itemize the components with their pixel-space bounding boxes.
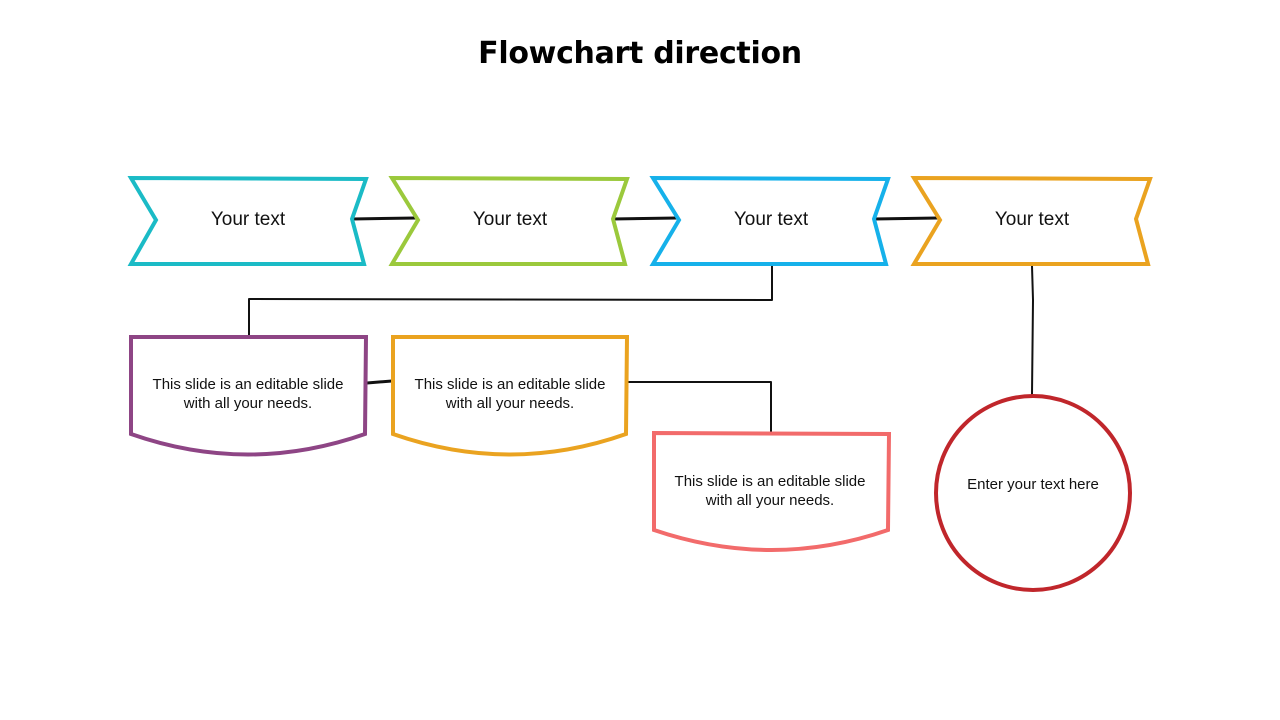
step-label-2[interactable]: Your text (410, 200, 610, 240)
flowchart-canvas (127, 175, 1153, 592)
step-label-1[interactable]: Your text (148, 200, 348, 240)
connector-box2-box3 (627, 381, 772, 433)
text-box-label-3[interactable]: This slide is an editable slide with all… (660, 472, 880, 510)
connector-step4-circle (1031, 265, 1034, 395)
connector-box1-box2 (365, 379, 394, 385)
circle-label[interactable]: Enter your text here (963, 475, 1103, 494)
connector-step1-step2 (350, 216, 418, 221)
connector-step3-box1 (248, 265, 773, 337)
connector-step2-step3 (610, 216, 679, 221)
connector-step3-step4 (871, 216, 940, 221)
text-box-label-1[interactable]: This slide is an editable slide with all… (138, 375, 358, 413)
step-label-4[interactable]: Your text (932, 200, 1132, 240)
step-label-3[interactable]: Your text (671, 200, 871, 240)
text-box-label-2[interactable]: This slide is an editable slide with all… (400, 375, 620, 413)
